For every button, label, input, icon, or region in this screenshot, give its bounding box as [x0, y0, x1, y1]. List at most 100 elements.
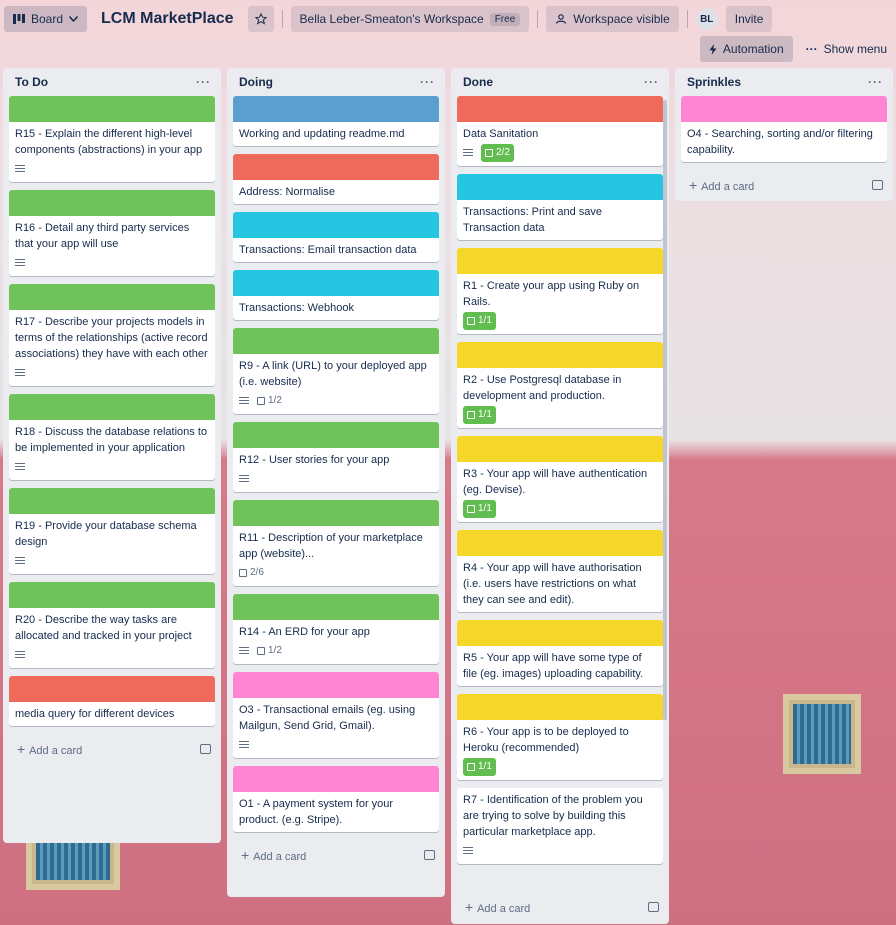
card[interactable]: R12 - User stories for your app — [233, 422, 439, 492]
card[interactable]: R14 - An ERD for your app 1/2 — [233, 594, 439, 664]
card[interactable]: media query for different devices — [9, 676, 215, 726]
list-title[interactable]: Sprinkles — [687, 75, 741, 89]
list-menu-button[interactable]: ··· — [196, 75, 211, 89]
plus-icon: + — [17, 741, 30, 757]
card-title: R9 - A link (URL) to your deployed app (… — [239, 360, 427, 388]
checklist-count: 1/2 — [268, 395, 282, 406]
description-icon — [239, 397, 249, 405]
show-menu-button[interactable]: ··· Show menu — [797, 36, 896, 62]
list-menu-button[interactable]: ··· — [644, 75, 659, 89]
checklist-count: 1/1 — [478, 315, 492, 326]
add-card-button[interactable]: + Add a card — [227, 840, 445, 870]
card-title: R14 - An ERD for your app — [239, 626, 370, 638]
checklist-count: 2/6 — [250, 567, 264, 578]
list-title[interactable]: Done — [463, 75, 493, 89]
list-doing: Doing ··· Working and updating readme.md Ad… — [227, 68, 445, 897]
board-view-switcher[interactable]: Board — [4, 6, 88, 32]
add-card-label: + Add a card — [241, 847, 306, 863]
checkbox-icon — [467, 505, 475, 513]
card[interactable]: R6 - Your app is to be deployed to Herok… — [457, 694, 663, 780]
card-cover — [233, 212, 439, 238]
card[interactable]: R4 - Your app will have authorisation (i… — [457, 530, 663, 612]
card[interactable]: Transactions: Webhook — [233, 270, 439, 320]
checklist-badge: 1/1 — [463, 312, 496, 330]
checklist-badge: 1/1 — [463, 500, 496, 518]
card[interactable]: R7 - Identification of the problem you a… — [457, 788, 663, 864]
card[interactable]: R17 - Describe your projects models in t… — [9, 284, 215, 386]
card-badges — [15, 458, 209, 476]
invite-button[interactable]: Invite — [725, 6, 773, 32]
card[interactable]: R2 - Use Postgresql database in developm… — [457, 342, 663, 428]
card-body: Data Sanitation 2/2 — [457, 122, 663, 166]
list-scrollbar[interactable] — [663, 100, 667, 720]
checklist-badge: 1/1 — [463, 406, 496, 424]
plus-icon: + — [689, 177, 702, 193]
card[interactable]: Address: Normalise — [233, 154, 439, 204]
card[interactable]: Working and updating readme.md — [233, 96, 439, 146]
list-title[interactable]: To Do — [15, 75, 48, 89]
list-menu-button[interactable]: ··· — [420, 75, 435, 89]
star-button[interactable] — [247, 6, 274, 32]
card[interactable]: Data Sanitation 2/2 — [457, 96, 663, 166]
add-card-label: + Add a card — [689, 177, 754, 193]
card-cover — [233, 328, 439, 354]
card[interactable]: R16 - Detail any third party services th… — [9, 190, 215, 276]
add-card-button[interactable]: + Add a card — [3, 734, 221, 764]
board-view-label: Board — [31, 12, 64, 26]
card[interactable]: Transactions: Email transaction data — [233, 212, 439, 262]
card-template-icon[interactable] — [872, 180, 883, 190]
card[interactable]: R3 - Your app will have authentication (… — [457, 436, 663, 522]
list-title[interactable]: Doing — [239, 75, 273, 89]
card-title: R12 - User stories for your app — [239, 454, 390, 466]
card-badges — [15, 160, 209, 178]
card[interactable]: R15 - Explain the different high-level c… — [9, 96, 215, 182]
card-body: O3 - Transactional emails (eg. using Mai… — [233, 698, 439, 758]
card-badges — [15, 254, 209, 272]
card-title: R7 - Identification of the problem you a… — [463, 794, 643, 838]
add-card-button[interactable]: + Add a card — [675, 170, 893, 200]
avatar[interactable]: BL — [695, 8, 718, 30]
card[interactable]: R9 - A link (URL) to your deployed app (… — [233, 328, 439, 414]
card-body: R15 - Explain the different high-level c… — [9, 122, 215, 182]
visibility-button[interactable]: Workspace visible — [546, 6, 679, 32]
card-cover — [681, 96, 887, 122]
card[interactable]: O1 - A payment system for your product. … — [233, 766, 439, 832]
add-card-button[interactable]: + Add a card — [451, 892, 669, 922]
list-menu-button[interactable]: ··· — [868, 75, 883, 89]
card-title: Working and updating readme.md — [239, 128, 405, 140]
automation-button[interactable]: Automation — [699, 36, 793, 62]
card-template-icon[interactable] — [648, 902, 659, 912]
board-title[interactable]: LCM MarketPlace — [95, 10, 240, 28]
checklist-badge: 2/2 — [481, 144, 514, 162]
card-badges — [239, 736, 433, 754]
card[interactable]: O4 - Searching, sorting and/or filtering… — [681, 96, 887, 162]
card-body: R11 - Description of your marketplace ap… — [233, 526, 439, 586]
card-body: R3 - Your app will have authentication (… — [457, 462, 663, 522]
card-body: R2 - Use Postgresql database in developm… — [457, 368, 663, 428]
card-body: Transactions: Email transaction data — [233, 238, 439, 262]
card[interactable]: O3 - Transactional emails (eg. using Mai… — [233, 672, 439, 758]
description-icon — [15, 259, 25, 267]
card[interactable]: R19 - Provide your database schema desig… — [9, 488, 215, 574]
checkbox-icon — [257, 647, 265, 655]
checklist-count: 1/1 — [478, 503, 492, 514]
card-cover — [457, 96, 663, 122]
card[interactable]: Transactions: Print and save Transaction… — [457, 174, 663, 240]
card[interactable]: R20 - Describe the way tasks are allocat… — [9, 582, 215, 668]
list-sprinkles: Sprinkles ··· O4 - Searching, sorting and/… — [675, 68, 893, 201]
description-icon — [239, 475, 249, 483]
card-template-icon[interactable] — [200, 744, 211, 754]
card[interactable]: R5 - Your app will have some type of fil… — [457, 620, 663, 686]
checklist-count: 1/1 — [478, 761, 492, 772]
card-title: O3 - Transactional emails (eg. using Mai… — [239, 704, 416, 732]
card-cover — [233, 766, 439, 792]
card[interactable]: R18 - Discuss the database relations to … — [9, 394, 215, 480]
card-list: Working and updating readme.md Address: N… — [227, 96, 445, 832]
visibility-label: Workspace visible — [573, 12, 670, 26]
card-title: R5 - Your app will have some type of fil… — [463, 652, 644, 680]
checklist-badge: 1/1 — [463, 758, 496, 776]
card-template-icon[interactable] — [424, 850, 435, 860]
workspace-button[interactable]: Bella Leber-Smeaton's Workspace Free — [290, 6, 530, 32]
card[interactable]: R11 - Description of your marketplace ap… — [233, 500, 439, 586]
card[interactable]: R1 - Create your app using Ruby on Rails… — [457, 248, 663, 334]
